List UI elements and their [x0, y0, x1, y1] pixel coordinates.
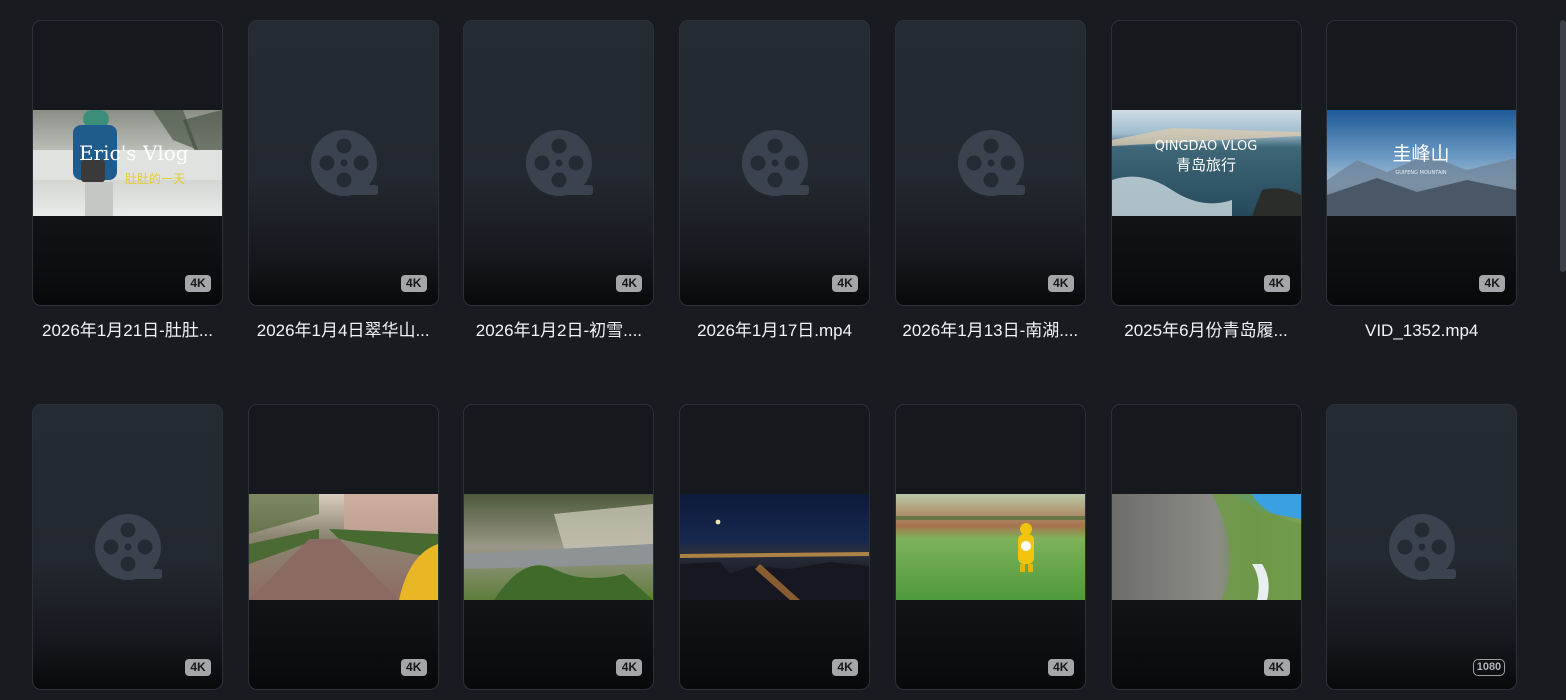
video-card[interactable]: 4K — [463, 20, 655, 306]
film-reel-icon — [1389, 514, 1457, 580]
film-reel-icon — [957, 130, 1025, 196]
resolution-badge: 4K — [832, 659, 859, 676]
resolution-badge: 1080 — [1472, 659, 1506, 676]
video-tile[interactable]: 4K — [894, 404, 1086, 690]
thumbnail-subtitle: GUIFENG MOUNTAIN — [1396, 170, 1447, 176]
video-card[interactable]: 1080 — [1326, 404, 1518, 690]
video-card[interactable]: 4K — [247, 20, 439, 306]
video-tile[interactable]: 4K 2026年1月17日.mp4 — [679, 20, 871, 342]
video-tile[interactable]: 4K 2026年1月13日-南湖.... — [894, 20, 1086, 342]
film-reel-icon — [526, 130, 594, 196]
video-thumbnail — [680, 494, 870, 600]
video-card[interactable]: 4K — [894, 20, 1086, 306]
resolution-badge: 4K — [185, 275, 211, 292]
video-thumbnail — [895, 494, 1085, 600]
video-tile[interactable]: 圭峰山 GUIFENG MOUNTAIN 4K VID_1352.mp4 — [1326, 20, 1518, 342]
video-card[interactable]: 圭峰山 GUIFENG MOUNTAIN 4K — [1326, 20, 1518, 306]
resolution-badge: 4K — [832, 275, 859, 292]
resolution-badge: 4K — [400, 275, 427, 292]
video-filename[interactable]: 2026年1月21日-肚肚... — [32, 320, 223, 342]
video-tile[interactable]: 4K — [247, 404, 439, 690]
video-thumbnail — [248, 494, 438, 600]
video-thumbnail: 圭峰山 GUIFENG MOUNTAIN — [1327, 110, 1517, 216]
thumbnail-title: QINGDAO VLOG — [1154, 139, 1257, 154]
video-tile[interactable]: 1080 — [1326, 404, 1518, 690]
resolution-badge: 4K — [1263, 659, 1290, 676]
video-filename[interactable]: 2026年1月17日.mp4 — [679, 320, 870, 342]
resolution-badge: 4K — [1263, 275, 1290, 292]
video-filename[interactable]: 2025年6月份青岛履... — [1111, 320, 1302, 342]
thumbnail-title: 圭峰山 — [1393, 143, 1450, 165]
video-card[interactable]: 4K — [679, 404, 871, 690]
video-thumbnail — [1111, 494, 1301, 600]
video-card[interactable]: 4K — [1110, 404, 1302, 690]
video-card[interactable]: 4K — [32, 404, 223, 690]
video-tile[interactable]: 4K — [679, 404, 871, 690]
video-thumbnail — [464, 494, 654, 600]
video-card[interactable]: 4K — [894, 404, 1086, 690]
video-filename[interactable]: VID_1352.mp4 — [1326, 320, 1517, 342]
video-tile[interactable]: 4K 2026年1月2日-初雪.... — [463, 20, 655, 342]
video-thumbnail: QINGDAO VLOG 青岛旅行 — [1111, 110, 1301, 216]
thumbnail-subtitle: 青岛旅行 — [1175, 156, 1235, 174]
thumbnail-subtitle: 肚肚的一天 — [125, 171, 185, 186]
resolution-badge: 4K — [616, 275, 643, 292]
thumbnail-title: Eric's Vlog — [79, 141, 189, 165]
video-card[interactable]: 4K — [679, 20, 871, 306]
resolution-badge: 4K — [1047, 275, 1074, 292]
film-reel-icon — [95, 514, 162, 580]
video-card[interactable]: Eric's Vlog 肚肚的一天 4K — [32, 20, 223, 306]
resolution-badge: 4K — [185, 659, 211, 676]
resolution-badge: 4K — [400, 659, 427, 676]
video-tile[interactable]: 4K 2026年1月4日翠华山... — [247, 20, 439, 342]
video-tile[interactable]: 4K — [32, 404, 223, 690]
film-reel-icon — [310, 130, 378, 196]
video-tile[interactable]: QINGDAO VLOG 青岛旅行 4K 2025年6月份青岛履... — [1110, 20, 1302, 342]
video-filename[interactable]: 2026年1月13日-南湖.... — [895, 320, 1086, 342]
video-card[interactable]: 4K — [247, 404, 439, 690]
video-tile[interactable]: Eric's Vlog 肚肚的一天 4K 2026年1月21日-肚肚... — [32, 20, 223, 342]
film-reel-icon — [742, 130, 810, 196]
video-tile[interactable]: 4K — [1110, 404, 1302, 690]
video-thumbnail: Eric's Vlog 肚肚的一天 — [33, 110, 222, 216]
video-card[interactable]: QINGDAO VLOG 青岛旅行 4K — [1110, 20, 1302, 306]
video-card[interactable]: 4K — [463, 404, 655, 690]
video-tile[interactable]: 4K — [463, 404, 655, 690]
video-filename[interactable]: 2026年1月4日翠华山... — [248, 320, 439, 342]
scrollbar-thumb[interactable] — [1560, 20, 1566, 272]
video-filename[interactable]: 2026年1月2日-初雪.... — [463, 320, 654, 342]
resolution-badge: 4K — [616, 659, 643, 676]
resolution-badge: 4K — [1479, 275, 1506, 292]
resolution-badge: 4K — [1047, 659, 1074, 676]
